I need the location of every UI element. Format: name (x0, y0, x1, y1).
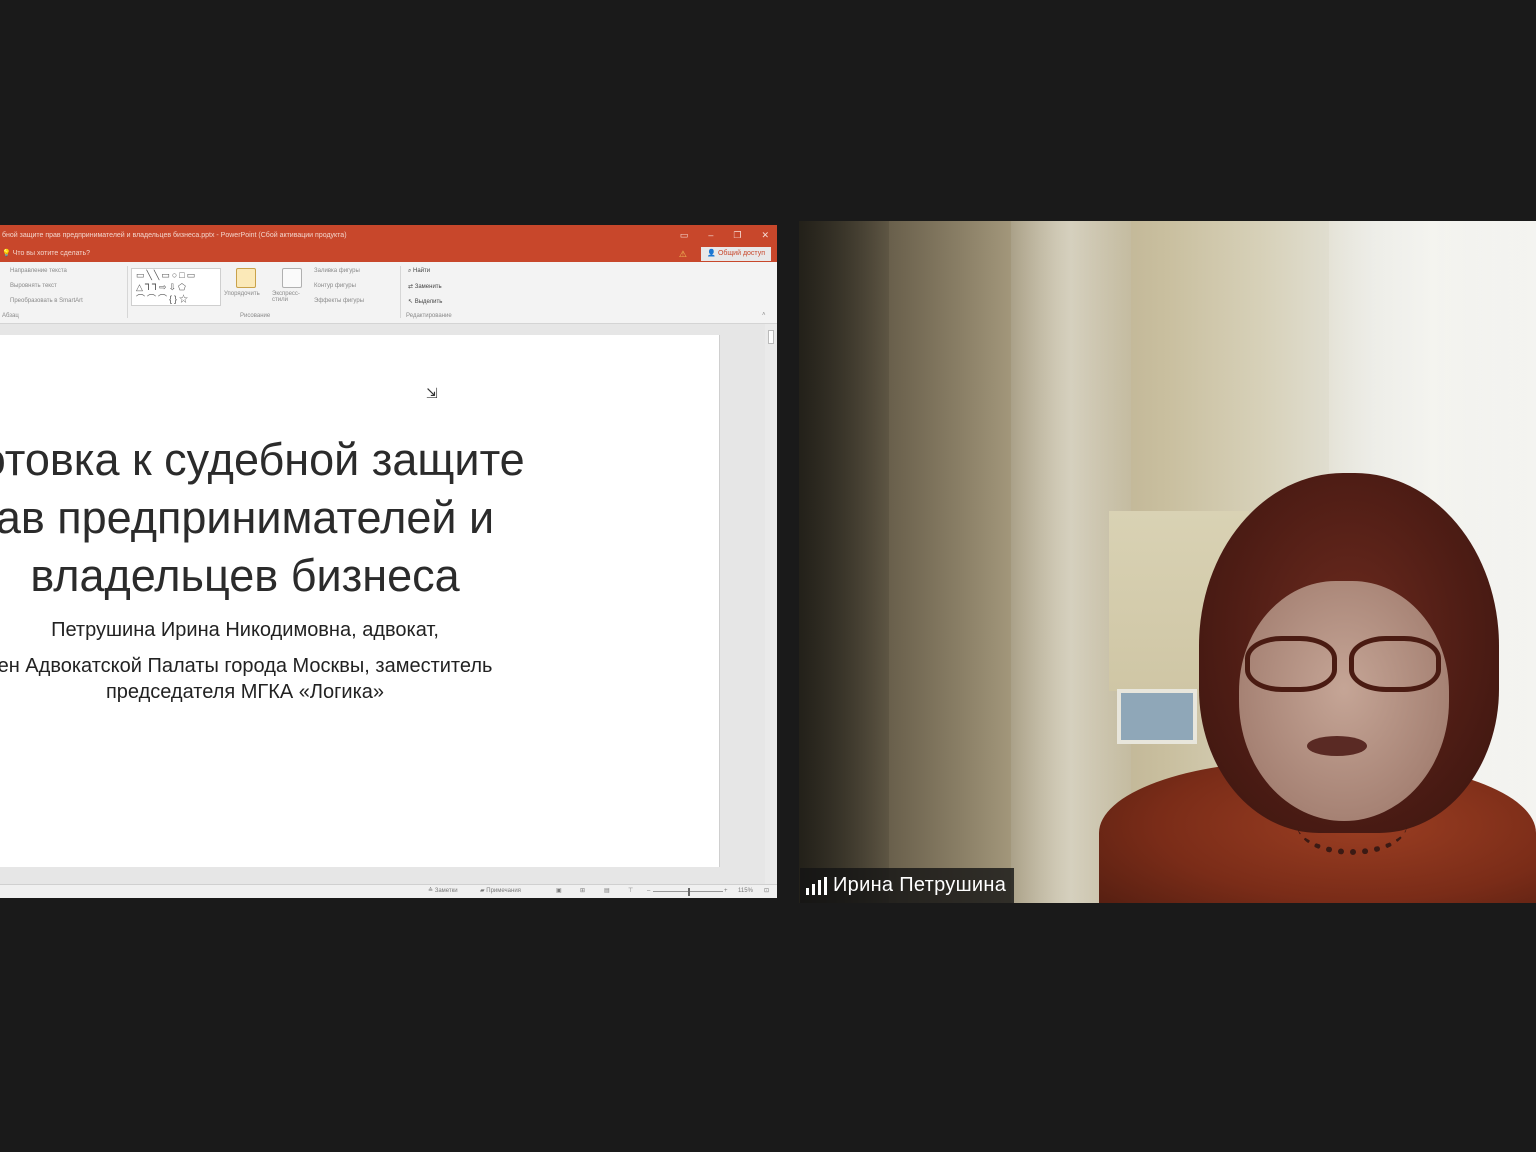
replace-label: Заменить (414, 284, 442, 290)
mouse-cursor-icon: ⇲ (426, 385, 438, 401)
slide-title-line: владельцев бизнеса (30, 550, 460, 601)
slide-sorter-icon[interactable]: ⊞ (580, 885, 585, 898)
person-necklace (1297, 795, 1407, 855)
signal-strength-icon (806, 876, 827, 895)
group-paragraph-label: Абзац (2, 313, 19, 319)
reading-view-icon[interactable]: ▤ (604, 885, 610, 898)
fit-slide-icon[interactable]: ⊡ (764, 885, 769, 898)
shared-screen: бной защите прав предпринимателей и влад… (0, 225, 777, 898)
text-direction-button[interactable]: Направление текста (10, 268, 67, 274)
replace-button[interactable]: ⇄ Заменить (408, 283, 442, 290)
minimize-icon[interactable]: – (708, 225, 713, 246)
shape-fill-button[interactable]: Заливка фигуры (314, 268, 360, 274)
find-label: Найти (413, 268, 431, 274)
find-button[interactable]: ⌕ Найти (408, 268, 430, 275)
convert-smartart-button[interactable]: Преобразовать в SmartArt (10, 298, 83, 304)
notes-button[interactable]: ≙ Заметки (428, 885, 458, 898)
meeting-stage: бной защите прав предпринимателей и влад… (0, 0, 1536, 1152)
tell-me-label: Что вы хотите сделать? (12, 250, 91, 257)
vertical-scrollbar[interactable] (765, 324, 777, 884)
arrange-icon[interactable] (236, 268, 256, 288)
quick-styles-button[interactable]: Экспресс-стили (272, 291, 308, 303)
person-face (1239, 581, 1449, 821)
ribbon-display-icon[interactable]: ▭ (680, 225, 689, 246)
shape-effects-button[interactable]: Эффекты фигуры (314, 298, 364, 304)
scrollbar-thumb[interactable] (768, 330, 774, 344)
participant-name: Ирина Петрушина (833, 874, 1007, 896)
window-controls: ▭ – ❐ ✕ (680, 225, 769, 246)
group-drawing-label: Рисование (240, 313, 271, 319)
tell-me-bar: 💡 Что вы хотите сделать? ⚠ 👤 Общий досту… (0, 246, 777, 262)
warning-icon[interactable]: ⚠ (679, 246, 687, 262)
arrange-button[interactable]: Упорядочить (224, 291, 260, 297)
slide-title[interactable]: готовка к судебной защите ав предпринима… (0, 431, 620, 605)
close-icon[interactable]: ✕ (761, 225, 769, 246)
ppt-window-title: бной защите прав предпринимателей и влад… (2, 232, 347, 239)
video-shadow (799, 221, 889, 903)
slide-subtitle-author[interactable]: Петрушина Ирина Никодимовна, адвокат, (0, 619, 600, 642)
video-window (1117, 689, 1197, 744)
ribbon-separator (127, 266, 128, 318)
comments-label: Примечания (486, 888, 521, 894)
share-label: Общий доступ (717, 250, 765, 257)
status-bar: ≙ Заметки ▰ Примечания ▣ ⊞ ▤ ⊤ – + 115% … (0, 884, 777, 898)
select-label: Выделить (414, 299, 443, 305)
collapse-ribbon-icon[interactable]: ˄ (762, 312, 766, 318)
maximize-icon[interactable]: ❐ (733, 225, 741, 246)
zoom-level[interactable]: 115% (738, 885, 753, 898)
slide-editor: ⇲ готовка к судебной защите ав предприни… (0, 324, 777, 884)
slideshow-icon[interactable]: ⊤ (628, 885, 633, 898)
slide-title-line: готовка к судебной защите (0, 434, 525, 485)
slide-canvas[interactable]: ⇲ готовка к судебной защите ав предприни… (0, 335, 720, 867)
zoom-in-icon[interactable]: + (724, 885, 728, 898)
slide-title-line: ав предпринимателей и (0, 492, 495, 543)
participant-video[interactable] (799, 221, 1536, 903)
notes-label: Заметки (434, 888, 458, 894)
person-glasses (1245, 636, 1445, 696)
group-editing-label: Редактирование (406, 313, 452, 319)
share-button[interactable]: 👤 Общий доступ (701, 247, 771, 261)
quick-styles-icon[interactable] (282, 268, 302, 288)
person-mouth (1307, 736, 1367, 756)
ribbon: Направление текста Выровнять текст Преоб… (0, 262, 777, 324)
ppt-title-bar: бной защите прав предпринимателей и влад… (0, 225, 777, 246)
shapes-gallery[interactable]: ▭╲╲▭○□▭ △⅂⅂⇨⇩⬠ ⌒⌒⌒{}☆ (131, 268, 221, 306)
participant-name-tag: Ирина Петрушина (800, 868, 1015, 903)
align-text-button[interactable]: Выровнять текст (10, 283, 57, 289)
select-button[interactable]: ↖ Выделить (408, 298, 442, 305)
slide-subtitle-position[interactable]: ен Адвокатской Палаты города Москвы, зам… (0, 653, 600, 705)
slide-subtitle-line: председателя МГКА «Логика» (105, 681, 385, 703)
zoom-out-icon[interactable]: – (647, 885, 650, 898)
ribbon-separator (400, 266, 401, 318)
shape-outline-button[interactable]: Контур фигуры (314, 283, 356, 289)
slide-subtitle-line: ен Адвокатской Палаты города Москвы, зам… (0, 655, 493, 677)
comments-button[interactable]: ▰ Примечания (480, 885, 521, 898)
zoom-slider-knob[interactable] (688, 888, 690, 896)
tell-me-search[interactable]: 💡 Что вы хотите сделать? (2, 246, 90, 262)
normal-view-icon[interactable]: ▣ (556, 885, 562, 898)
